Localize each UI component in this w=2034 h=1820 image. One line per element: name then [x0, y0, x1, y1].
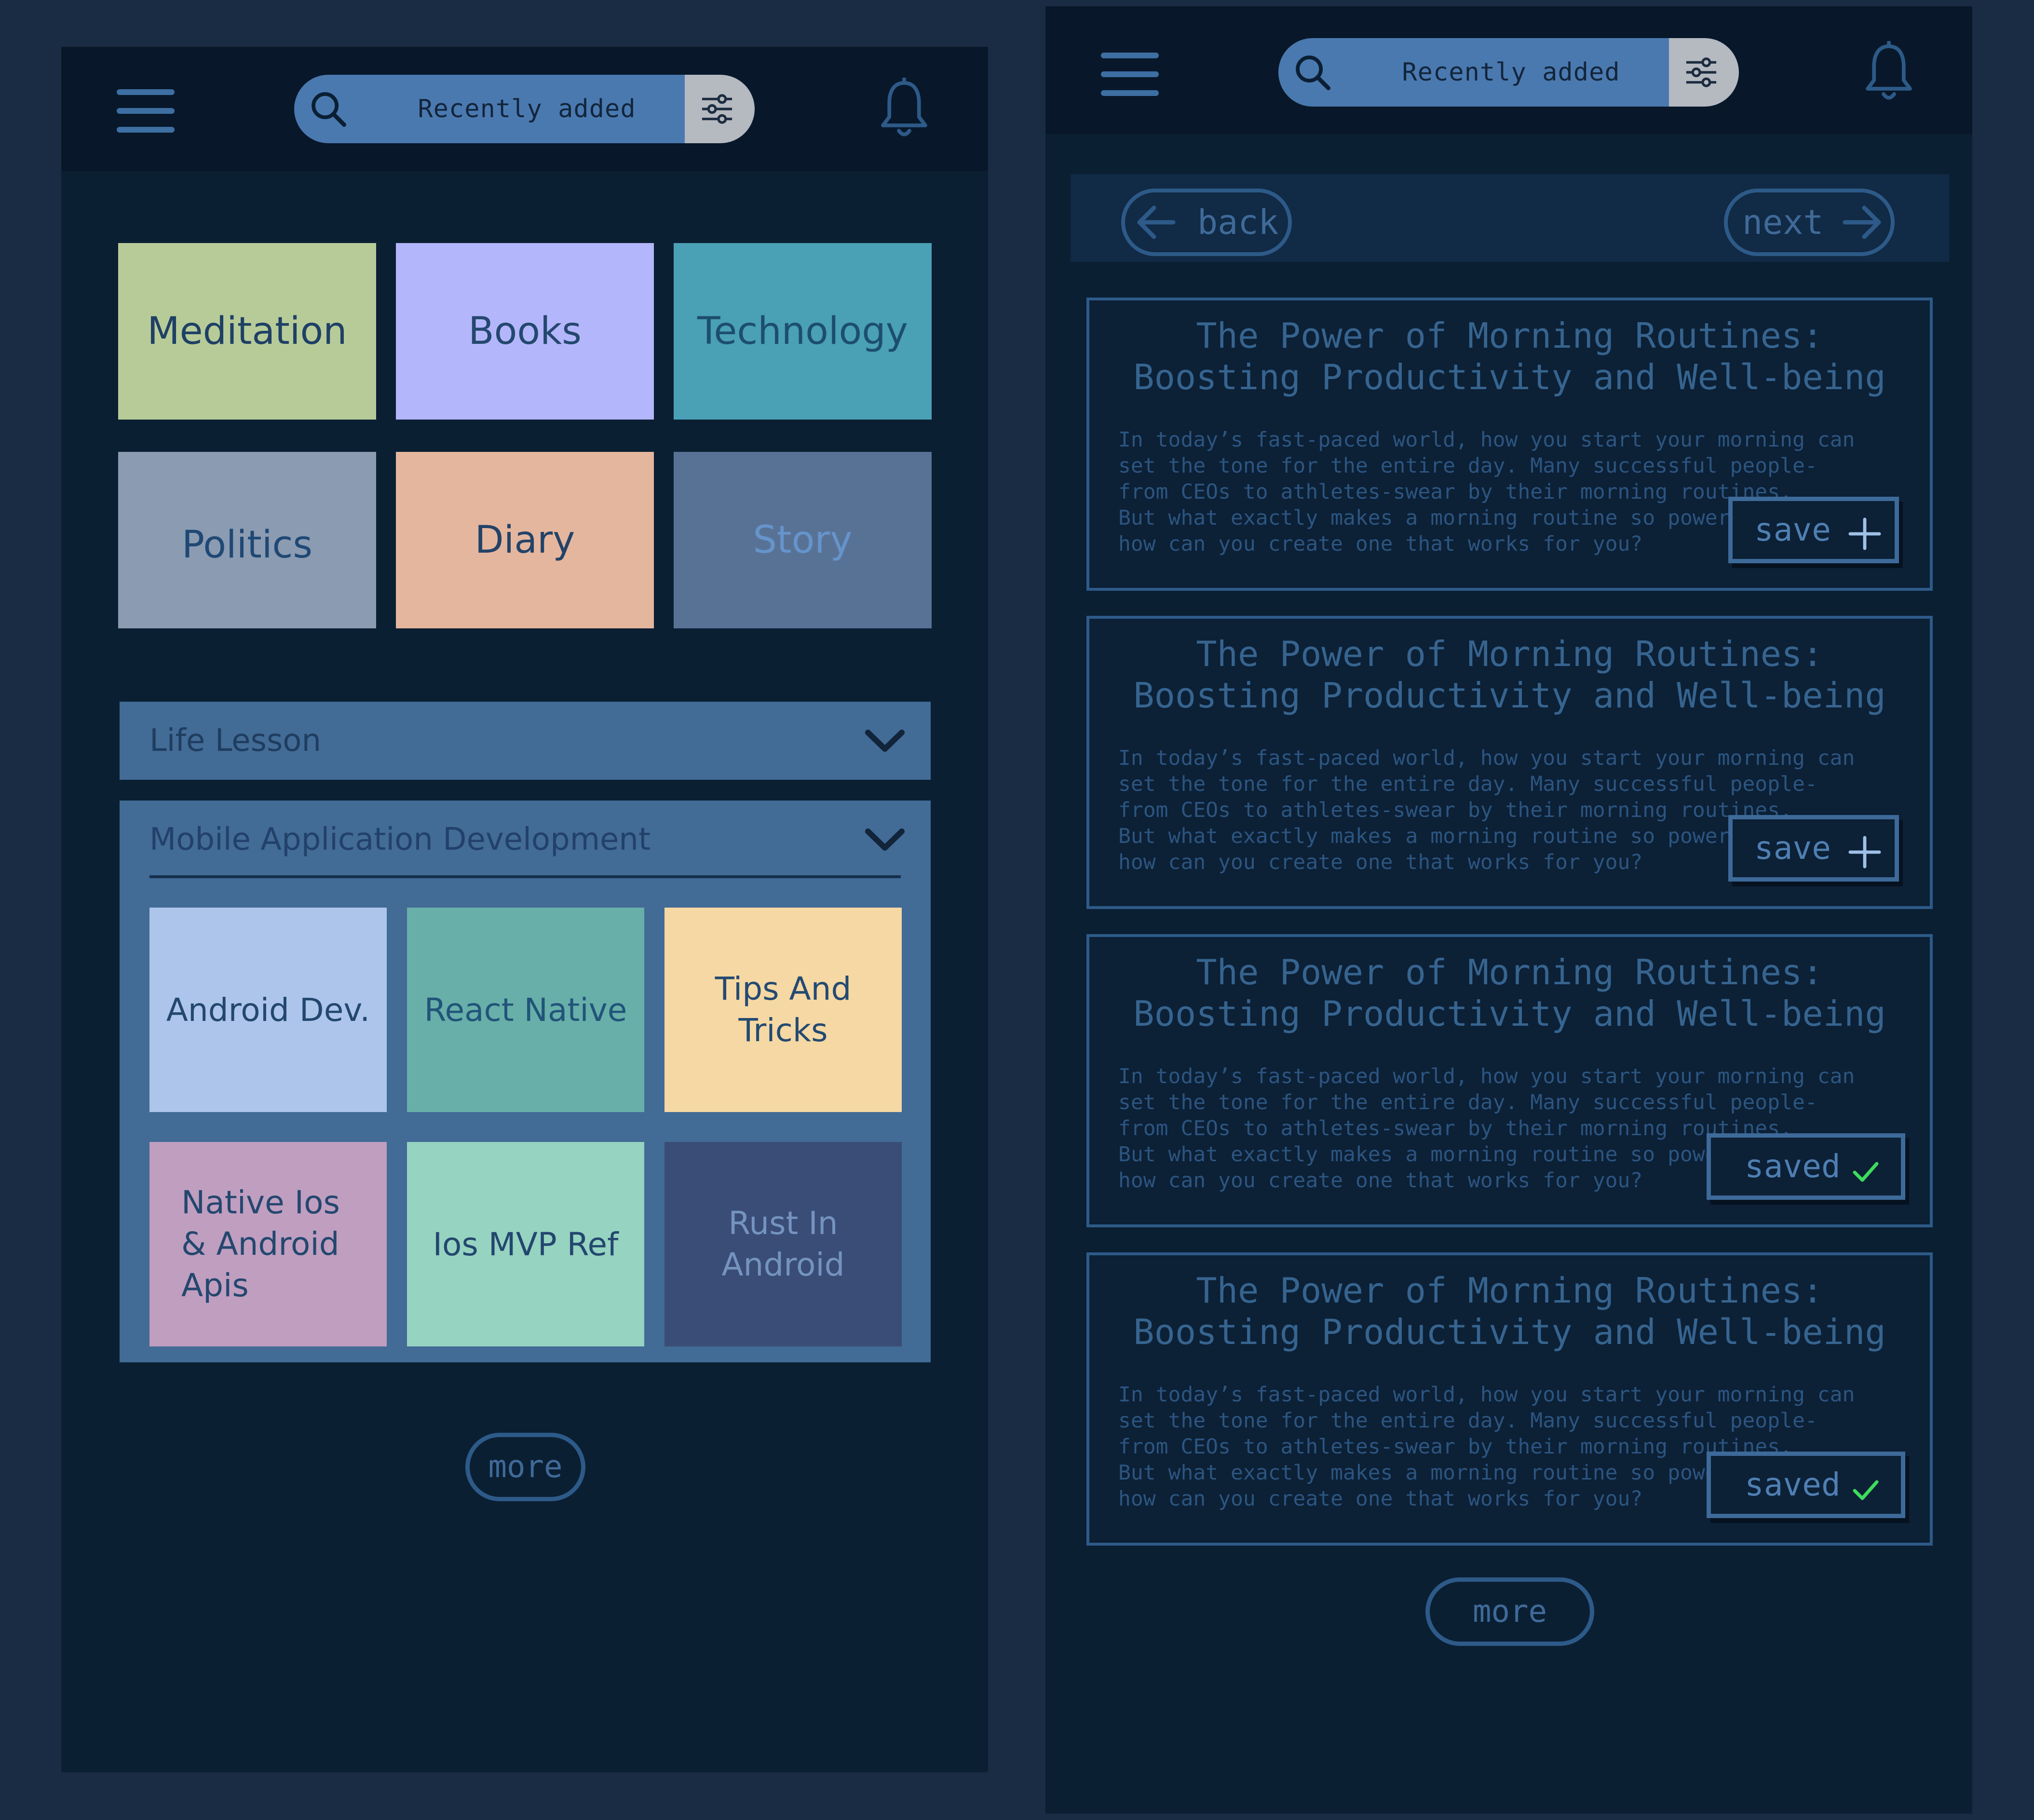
- article-title: The Power of Morning Routines: Boosting …: [1133, 634, 1886, 716]
- article-title: The Power of Morning Routines: Boosting …: [1133, 315, 1886, 397]
- bell-icon[interactable]: [878, 78, 931, 141]
- back-label: back: [1197, 203, 1279, 242]
- search-input[interactable]: Recently added: [381, 75, 673, 143]
- accordion-mobile-dev: Mobile Application Development Android D…: [120, 801, 931, 1362]
- filter-button[interactable]: [1669, 38, 1739, 107]
- bell-icon[interactable]: [1862, 41, 1915, 105]
- accordion-header[interactable]: Life Lesson: [120, 702, 931, 780]
- article-card[interactable]: The Power of Morning Routines: Boosting …: [1086, 616, 1933, 909]
- arrow-left-icon: [1137, 205, 1176, 239]
- pagination-bar: back next: [1071, 174, 1949, 262]
- sliders-icon: [1686, 57, 1717, 87]
- search-bar[interactable]: Recently added: [1278, 38, 1739, 107]
- article-card[interactable]: The Power of Morning Routines: Boosting …: [1086, 934, 1933, 1227]
- accordion-header[interactable]: Mobile Application Development: [120, 801, 931, 879]
- filter-button[interactable]: [685, 75, 755, 143]
- chevron-down-icon[interactable]: [863, 724, 907, 758]
- save-label: save: [1754, 511, 1831, 548]
- subcategory-native-ios-android-apis[interactable]: Native Ios & Android Apis: [149, 1142, 387, 1346]
- subcategory-android-dev[interactable]: Android Dev.: [149, 908, 387, 1112]
- subcategory-tips-and-tricks[interactable]: Tips And Tricks: [664, 908, 902, 1112]
- sliders-icon: [702, 94, 732, 124]
- more-button[interactable]: more: [465, 1433, 585, 1501]
- category-tile-meditation[interactable]: Meditation: [118, 243, 376, 420]
- subcategory-rust-in-android[interactable]: Rust In Android: [664, 1142, 902, 1346]
- saved-button[interactable]: saved: [1707, 1133, 1905, 1200]
- subcategory-ios-mvp-ref[interactable]: Ios MVP Ref: [407, 1142, 644, 1346]
- category-tile-story[interactable]: Story: [674, 452, 932, 628]
- save-label: save: [1754, 829, 1831, 867]
- plus-icon: [1848, 517, 1881, 550]
- menu-icon[interactable]: [117, 89, 175, 133]
- save-button[interactable]: save: [1728, 497, 1899, 563]
- accordion-title: Life Lesson: [149, 723, 321, 759]
- top-bar: Recently added: [1045, 6, 1972, 134]
- articles-screen: Recently added back next The Power of Mo…: [1045, 6, 1972, 1814]
- search-input[interactable]: Recently added: [1365, 38, 1657, 107]
- saved-label: saved: [1745, 1148, 1841, 1185]
- categories-screen: Recently added Meditation Books Technolo…: [61, 47, 988, 1772]
- search-icon[interactable]: [1292, 52, 1333, 93]
- check-icon: [1853, 1480, 1879, 1500]
- category-tile-diary[interactable]: Diary: [396, 452, 654, 628]
- divider: [149, 875, 901, 878]
- saved-button[interactable]: saved: [1707, 1452, 1905, 1518]
- article-title: The Power of Morning Routines: Boosting …: [1133, 952, 1886, 1034]
- search-bar[interactable]: Recently added: [294, 75, 755, 143]
- accordion-life-lesson: Life Lesson: [120, 702, 931, 780]
- subcategory-react-native[interactable]: React Native: [407, 908, 644, 1112]
- menu-icon[interactable]: [1101, 53, 1159, 96]
- back-button[interactable]: back: [1121, 189, 1292, 256]
- plus-icon: [1848, 836, 1881, 869]
- search-icon[interactable]: [308, 88, 349, 130]
- save-button[interactable]: save: [1728, 815, 1899, 882]
- top-bar: Recently added: [61, 47, 988, 171]
- accordion-title: Mobile Application Development: [149, 822, 651, 857]
- next-label: next: [1742, 203, 1824, 242]
- category-tile-politics[interactable]: Politics: [118, 452, 376, 628]
- category-tile-books[interactable]: Books: [396, 243, 654, 420]
- category-tile-technology[interactable]: Technology: [674, 243, 932, 420]
- chevron-down-icon[interactable]: [863, 823, 907, 856]
- article-card[interactable]: The Power of Morning Routines: Boosting …: [1086, 1252, 1933, 1546]
- saved-label: saved: [1745, 1466, 1841, 1503]
- next-button[interactable]: next: [1724, 189, 1895, 256]
- more-button[interactable]: more: [1425, 1577, 1594, 1646]
- article-card[interactable]: The Power of Morning Routines: Boosting …: [1086, 298, 1933, 591]
- arrow-right-icon: [1843, 205, 1881, 239]
- article-title: The Power of Morning Routines: Boosting …: [1133, 1270, 1886, 1352]
- check-icon: [1853, 1162, 1879, 1182]
